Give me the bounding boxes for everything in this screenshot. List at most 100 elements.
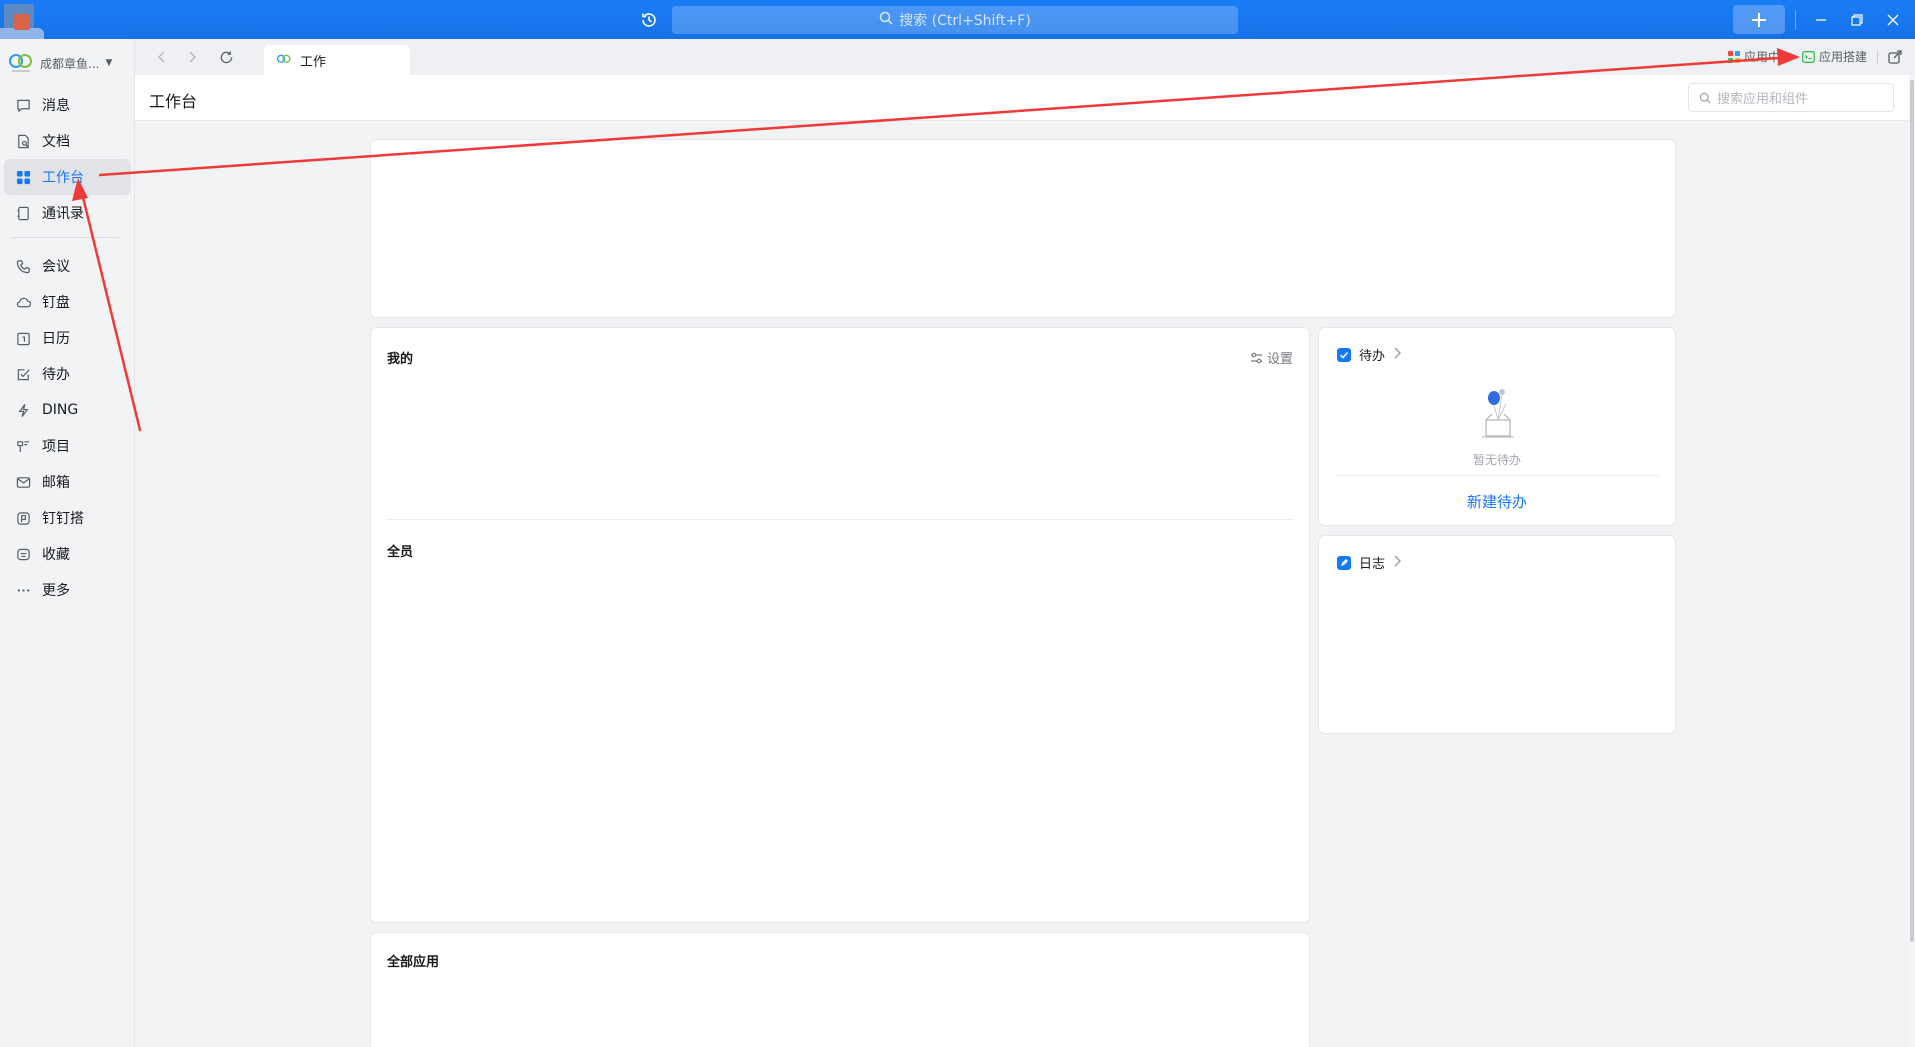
nav-label: 会议	[42, 259, 70, 275]
phone-icon	[14, 257, 32, 275]
nav-label: 工作台	[42, 170, 84, 186]
forward-arrow-icon[interactable]	[183, 48, 201, 66]
nav-item-meeting[interactable]: 会议	[4, 248, 131, 284]
page-title: 工作台	[149, 92, 198, 111]
title-bar: 搜索 (Ctrl+Shift+F)	[0, 0, 1915, 39]
tab-work[interactable]: 工作	[264, 45, 410, 75]
org-logo-icon	[9, 54, 32, 72]
nav-item-contacts[interactable]: 通讯录	[4, 195, 131, 231]
nav-label: 邮箱	[42, 475, 70, 491]
contacts-icon	[14, 204, 32, 222]
all-apps-title: 全部应用	[387, 955, 440, 970]
nav-label: 收藏	[42, 547, 70, 563]
search-icon	[879, 11, 893, 29]
message-icon	[14, 96, 32, 114]
nav-item-docs[interactable]: 文档	[4, 123, 131, 159]
log-widget: 日志	[1318, 535, 1676, 734]
lightning-icon	[14, 401, 32, 419]
org-switcher[interactable]: 成都章鱼... ▼	[8, 51, 112, 75]
scrollbar-thumb[interactable]	[1910, 80, 1914, 942]
todo-check-icon	[1337, 347, 1351, 362]
restore-icon[interactable]	[1846, 9, 1868, 31]
nav-item-dingda[interactable]: 钉钉搭	[4, 500, 131, 536]
minimize-icon[interactable]	[1810, 9, 1832, 31]
all-members-title: 全员	[387, 545, 414, 560]
app-search-input[interactable]: 搜索应用和组件	[1688, 83, 1894, 112]
project-icon	[14, 437, 32, 455]
nav-item-more[interactable]: 更多	[4, 572, 131, 608]
calendar-icon	[14, 329, 32, 347]
app-center-link[interactable]: 应用中心	[1727, 48, 1792, 65]
app-build-label: 应用搭建	[1818, 50, 1867, 64]
document-icon	[14, 132, 32, 150]
nav-label: 钉盘	[42, 295, 70, 311]
chevron-right-icon	[1393, 347, 1402, 363]
app-center-icon	[1727, 50, 1740, 63]
settings-button[interactable]: 设置	[1250, 348, 1293, 367]
nav-item-messages[interactable]: 消息	[4, 87, 131, 123]
history-icon[interactable]	[638, 9, 660, 31]
banner-card	[370, 139, 1676, 318]
page-header: 工作台 搜索应用和组件	[135, 75, 1909, 121]
refresh-icon[interactable]	[217, 48, 235, 66]
checklist-icon	[14, 365, 32, 383]
todo-divider	[1335, 475, 1659, 476]
search-placeholder: 搜索 (Ctrl+Shift+F)	[899, 13, 1031, 29]
nav-label: 日历	[42, 331, 70, 347]
search-icon	[1699, 92, 1711, 104]
todo-empty-text: 暂无待办	[1472, 453, 1521, 467]
nav-label: 文档	[42, 134, 70, 150]
todo-widget: 待办 暂无待办 新建待办	[1318, 327, 1676, 526]
log-header[interactable]: 日志	[1337, 553, 1402, 572]
app-logo	[0, 0, 48, 39]
nav-item-todo[interactable]: 待办	[4, 356, 131, 392]
nav-label: 消息	[42, 98, 70, 114]
create-plus-button[interactable]	[1733, 5, 1785, 34]
nav-label: 项目	[42, 439, 70, 455]
nav-divider	[12, 237, 119, 238]
app-search-placeholder: 搜索应用和组件	[1717, 92, 1809, 107]
tab-row-divider	[1877, 49, 1878, 64]
close-icon[interactable]	[1882, 9, 1904, 31]
tab-label: 工作	[300, 54, 327, 70]
caret-down-icon: ▼	[105, 58, 113, 68]
nav-item-ding[interactable]: DING	[4, 392, 131, 428]
nav-list: 消息 文档 工作台 通讯录 会议 钉盘 日历 待办 DING 项目 邮箱 钉钉搭…	[0, 87, 135, 608]
nav-label: 通讯录	[42, 206, 84, 222]
global-search-input[interactable]: 搜索 (Ctrl+Shift+F)	[672, 6, 1238, 34]
my-apps-title: 我的	[387, 352, 414, 367]
titlebar-divider	[1795, 10, 1796, 30]
builder-icon	[14, 509, 32, 527]
left-sidebar: 成都章鱼... ▼ 消息 文档 工作台 通讯录 会议 钉盘 日历 待办 DING…	[0, 39, 135, 1047]
tab-row: 工作 应用中心 应用搭建	[135, 39, 1915, 75]
nav-label: 待办	[42, 367, 70, 383]
open-window-icon[interactable]	[1888, 49, 1903, 64]
cloud-icon	[14, 293, 32, 311]
mail-icon	[14, 473, 32, 491]
nav-label: DING	[42, 402, 79, 418]
log-edit-icon	[1337, 555, 1351, 570]
my-apps-card: 我的 设置 全员	[370, 327, 1310, 923]
nav-label: 钉钉搭	[42, 511, 84, 527]
tab-row-actions: 应用中心 应用搭建	[1727, 48, 1903, 65]
app-build-link[interactable]: 应用搭建	[1802, 48, 1867, 65]
nav-item-workbench[interactable]: 工作台	[4, 159, 131, 195]
favorites-box-icon	[14, 545, 32, 563]
tab-org-icon	[276, 54, 291, 64]
chevron-right-icon	[1393, 555, 1402, 571]
todo-header[interactable]: 待办	[1337, 345, 1402, 364]
app-build-icon	[1802, 50, 1815, 63]
nav-item-mail[interactable]: 邮箱	[4, 464, 131, 500]
new-todo-button[interactable]: 新建待办	[1319, 491, 1675, 512]
nav-item-favorites[interactable]: 收藏	[4, 536, 131, 572]
grid-apps-icon	[14, 168, 32, 186]
settings-label: 设置	[1266, 352, 1293, 367]
nav-item-drive[interactable]: 钉盘	[4, 284, 131, 320]
nav-item-calendar[interactable]: 日历	[4, 320, 131, 356]
back-arrow-icon[interactable]	[153, 48, 171, 66]
nav-item-project[interactable]: 项目	[4, 428, 131, 464]
sliders-icon	[1250, 352, 1262, 363]
empty-balloon-illustration	[1482, 389, 1514, 438]
nav-label: 更多	[42, 583, 70, 599]
app-center-label: 应用中心	[1743, 50, 1792, 64]
